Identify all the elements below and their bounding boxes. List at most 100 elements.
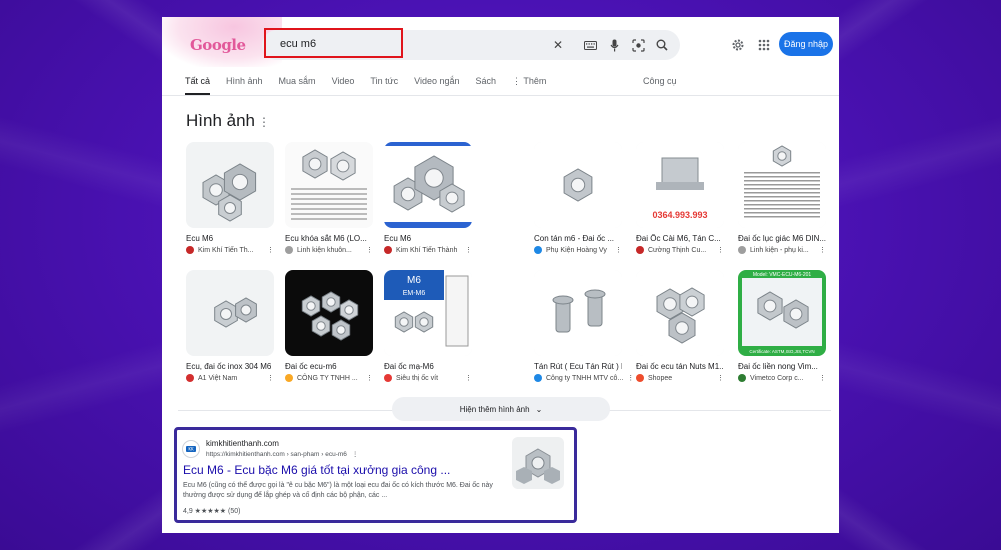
result-url[interactable]: https://kimkhitienthanh.com › san-pham ›… [206,450,358,458]
result-url-text: https://kimkhitienthanh.com › san-pham ›… [206,451,347,458]
image-result-card[interactable]: Ecu khóa sắt M6 (LO... Linh kiện khuôn...… [285,142,373,254]
show-more-images-button[interactable]: Hiện thêm hình ảnh ⌄ [392,397,610,421]
image-caption[interactable]: Đai ốc ecu-m6 [285,362,373,371]
image-thumbnail[interactable]: Model: VMC-ECU-M6-201 Certificate: ASTM,I… [738,270,826,356]
image-source-name: Công ty TNHH MTV cô... [546,374,624,382]
image-source-name: Shopee [648,374,673,382]
more-options-icon[interactable]: ⋮ [461,374,472,382]
tab-more[interactable]: ⋮ Thêm [512,76,546,94]
more-options-icon[interactable]: ⋮ [362,246,373,254]
more-options-icon[interactable]: ⋮ [461,246,472,254]
keyboard-icon[interactable] [582,37,598,53]
image-caption[interactable]: Ecu khóa sắt M6 (LO... [285,234,373,243]
image-source[interactable]: Siêu thị ốc vít ⋮ [384,374,472,382]
result-thumbnail[interactable] [512,437,564,489]
image-thumbnail[interactable] [285,142,373,228]
source-favicon-icon [738,246,746,254]
image-source[interactable]: Linh kiện khuôn... ⋮ [285,246,373,254]
source-favicon-icon [738,374,746,382]
image-result-card[interactable]: Model: VMC-ECU-M6-201 Certificate: ASTM,I… [738,270,826,382]
image-caption[interactable]: Tán Rút ( Ecu Tán Rút ) M6 ... [534,362,622,371]
settings-gear-icon[interactable] [729,36,747,54]
image-result-card[interactable]: Con tán m6 - Đai ốc ... Phụ Kiện Hoàng Vy… [534,142,622,254]
image-result-card[interactable]: Đai ốc ecu tán Nuts M1... Shopee ⋮ [636,270,724,382]
image-source[interactable]: Kim Khí Tiến Thành ⋮ [384,246,472,254]
result-menu-icon[interactable]: ⋮ [352,451,359,458]
tab-all[interactable]: Tất cả [185,76,210,94]
more-options-icon[interactable]: ⋮ [263,246,274,254]
apps-grid-icon[interactable] [755,36,773,54]
google-logo[interactable]: Google [190,36,246,54]
image-caption[interactable]: Đai ốc ecu tán Nuts M1... [636,362,724,371]
image-thumbnail[interactable] [534,142,622,228]
tab-books[interactable]: Sách [476,76,497,94]
rating-text: 4,9 ★★★★★ (50) [183,508,241,515]
image-thumbnail[interactable] [186,142,274,228]
result-site-name[interactable]: kimkhitienthanh.com [206,439,279,448]
image-thumbnail[interactable] [384,142,472,228]
image-result-card[interactable]: Ecu M6 Kim Khí Tiến Thành ⋮ [384,142,472,254]
lens-icon[interactable] [630,37,646,53]
image-source[interactable]: Linh kiện - phụ ki... ⋮ [738,246,826,254]
more-options-icon[interactable]: ⋮ [713,246,724,254]
image-source[interactable]: Công ty TNHH MTV cô... ⋮ [534,374,634,382]
image-caption[interactable]: Ecu, đai ốc inox 304 M6 [186,362,274,371]
more-options-icon[interactable]: ⋮ [611,246,622,254]
more-options-icon[interactable]: ⋮ [362,374,373,382]
image-thumbnail[interactable] [738,142,826,228]
clear-icon[interactable]: ✕ [550,37,566,53]
result-snippet: Ecu M6 (cũng có thể được gọi là "ê cu bặ… [183,482,493,499]
image-caption[interactable]: Con tán m6 - Đai ốc ... [534,234,622,243]
tools-button[interactable]: Công cụ [643,76,677,86]
image-result-card[interactable]: Đai ốc ecu-m6 CÔNG TY TNHH ... ⋮ [285,270,373,382]
image-source[interactable]: CÔNG TY TNHH ... ⋮ [285,374,373,382]
image-thumbnail[interactable] [285,270,373,356]
image-result-card[interactable]: Tán Rút ( Ecu Tán Rút ) M6 ... Công ty TN… [534,270,634,382]
image-thumbnail[interactable]: 0364.993.993 [636,142,724,228]
image-source[interactable]: Shopee ⋮ [636,374,724,382]
image-thumbnail[interactable]: M6 EM-M6 [384,270,472,356]
svg-text:Model: VMC-ECU-M6-201: Model: VMC-ECU-M6-201 [753,272,812,278]
image-source-name: Cường Thịnh Cu... [648,246,707,254]
microphone-icon[interactable] [606,37,622,53]
tab-short-videos[interactable]: Video ngắn [414,76,459,94]
image-result-card[interactable]: Ecu, đai ốc inox 304 M6 A1 Việt Nam ⋮ [186,270,274,382]
image-caption[interactable]: Đai ốc mạ-M6 [384,362,472,371]
image-source-name: CÔNG TY TNHH ... [297,374,358,382]
source-favicon-icon [186,374,194,382]
image-result-card[interactable]: Ecu M6 Kim Khí Tiến Th... ⋮ [186,142,274,254]
image-caption[interactable]: Đai ốc liền nong Vim... [738,362,826,371]
image-caption[interactable]: Ecu M6 [384,234,472,243]
svg-text:Certificate: ASTM,ISO,JIS,TCVN: Certificate: ASTM,ISO,JIS,TCVN [749,349,814,354]
more-options-icon[interactable]: ⋮ [263,374,274,382]
image-caption[interactable]: Đai ốc lục giác M6 DIN... [738,234,826,243]
source-favicon-icon [186,246,194,254]
tab-shopping[interactable]: Mua sắm [279,76,316,94]
image-source[interactable]: Kim Khí Tiến Th... ⋮ [186,246,274,254]
more-options-icon[interactable]: ⋮ [815,246,826,254]
image-source[interactable]: Vimetco Corp c... ⋮ [738,374,826,382]
image-source[interactable]: Phụ Kiện Hoàng Vy ⋮ [534,246,622,254]
image-source-name: Phụ Kiện Hoàng Vy [546,246,607,254]
image-source[interactable]: A1 Việt Nam ⋮ [186,374,274,382]
search-icon[interactable] [654,37,670,53]
tab-news[interactable]: Tin tức [370,76,398,94]
more-options-icon[interactable]: ⋮ [713,374,724,382]
image-result-card[interactable]: Đai ốc lục giác M6 DIN... Linh kiện - phụ… [738,142,826,254]
image-thumbnail[interactable] [534,270,622,356]
image-result-card[interactable]: M6 EM-M6 Đai ốc mạ-M6 Siêu thị ốc vít ⋮ [384,270,472,382]
result-title-link[interactable]: Ecu M6 - Ecu bặc M6 giá tốt tại xưởng gi… [183,463,450,477]
image-thumbnail[interactable] [636,270,724,356]
more-options-icon[interactable]: ⋮ [815,374,826,382]
tab-videos[interactable]: Video [332,76,355,94]
image-source[interactable]: Cường Thịnh Cu... ⋮ [636,246,724,254]
image-caption[interactable]: Đai Ốc Cài M6, Tán C... [636,234,724,243]
image-caption[interactable]: Ecu M6 [186,234,274,243]
image-result-card[interactable]: 0364.993.993 Đai Ốc Cài M6, Tán C... Cường… [636,142,724,254]
svg-text:EM-M6: EM-M6 [403,290,426,297]
image-thumbnail[interactable] [186,270,274,356]
section-menu-icon[interactable]: ⋮ [258,115,270,129]
login-button[interactable]: Đăng nhập [779,32,833,56]
tab-images[interactable]: Hình ảnh [226,76,263,94]
more-options-icon[interactable]: ⋮ [623,374,634,382]
